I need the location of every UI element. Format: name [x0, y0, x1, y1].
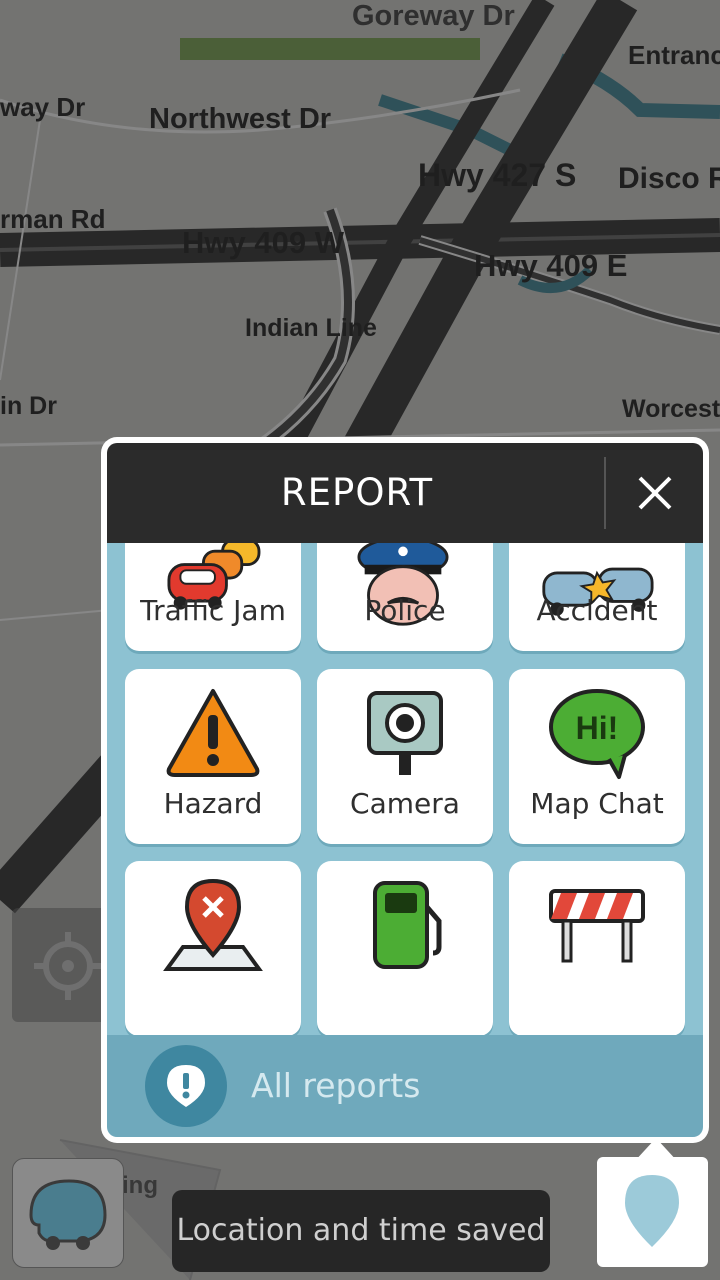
- report-panel: REPORT Traffic Jam Police Accident Hazar…: [101, 437, 709, 1143]
- tile-label: Map Chat: [530, 787, 664, 820]
- report-map-issue-button[interactable]: [125, 861, 301, 1035]
- report-gas-station-button[interactable]: [317, 861, 493, 1035]
- close-icon: [638, 476, 672, 510]
- report-title: REPORT: [280, 471, 434, 514]
- map-chat-icon: Hi!: [549, 689, 645, 779]
- map-issue-icon: [163, 878, 263, 971]
- status-toast: Location and time saved: [172, 1190, 550, 1272]
- map-chat-bubble-text: Hi!: [576, 710, 619, 746]
- hazard-icon: [166, 689, 260, 777]
- tile-label: Camera: [350, 787, 460, 820]
- waze-menu-icon: [29, 1179, 107, 1250]
- gas-station-icon: [373, 881, 442, 969]
- report-button[interactable]: [597, 1157, 708, 1267]
- all-reports-button[interactable]: All reports: [107, 1035, 703, 1137]
- close-button[interactable]: [607, 443, 703, 543]
- report-grid[interactable]: Traffic Jam Police Accident Hazard Camer…: [107, 543, 703, 1035]
- road-closure-icon: [549, 889, 645, 963]
- tile-label: Traffic Jam: [140, 594, 286, 627]
- camera-icon: [367, 691, 443, 775]
- waze-menu-button[interactable]: [12, 1158, 124, 1268]
- report-police-button[interactable]: Police: [317, 543, 493, 651]
- report-map-chat-button[interactable]: Hi! Map Chat: [509, 669, 685, 844]
- alert-pin-icon-shape: [167, 1065, 205, 1107]
- header-divider: [604, 457, 606, 529]
- report-pin-icon: [625, 1175, 679, 1247]
- report-traffic-jam-button[interactable]: Traffic Jam: [125, 543, 301, 651]
- tile-label: Hazard: [163, 787, 263, 820]
- recenter-icon: [34, 932, 102, 1000]
- report-camera-button[interactable]: Camera: [317, 669, 493, 844]
- report-accident-button[interactable]: Accident: [509, 543, 685, 651]
- alert-pin-icon: [145, 1045, 227, 1127]
- report-hazard-button[interactable]: Hazard: [125, 669, 301, 844]
- report-header: REPORT: [107, 443, 703, 543]
- report-road-closure-button[interactable]: [509, 861, 685, 1035]
- all-reports-label: All reports: [251, 1066, 421, 1105]
- tile-label: Accident: [536, 594, 658, 627]
- tile-label: Police: [364, 594, 446, 627]
